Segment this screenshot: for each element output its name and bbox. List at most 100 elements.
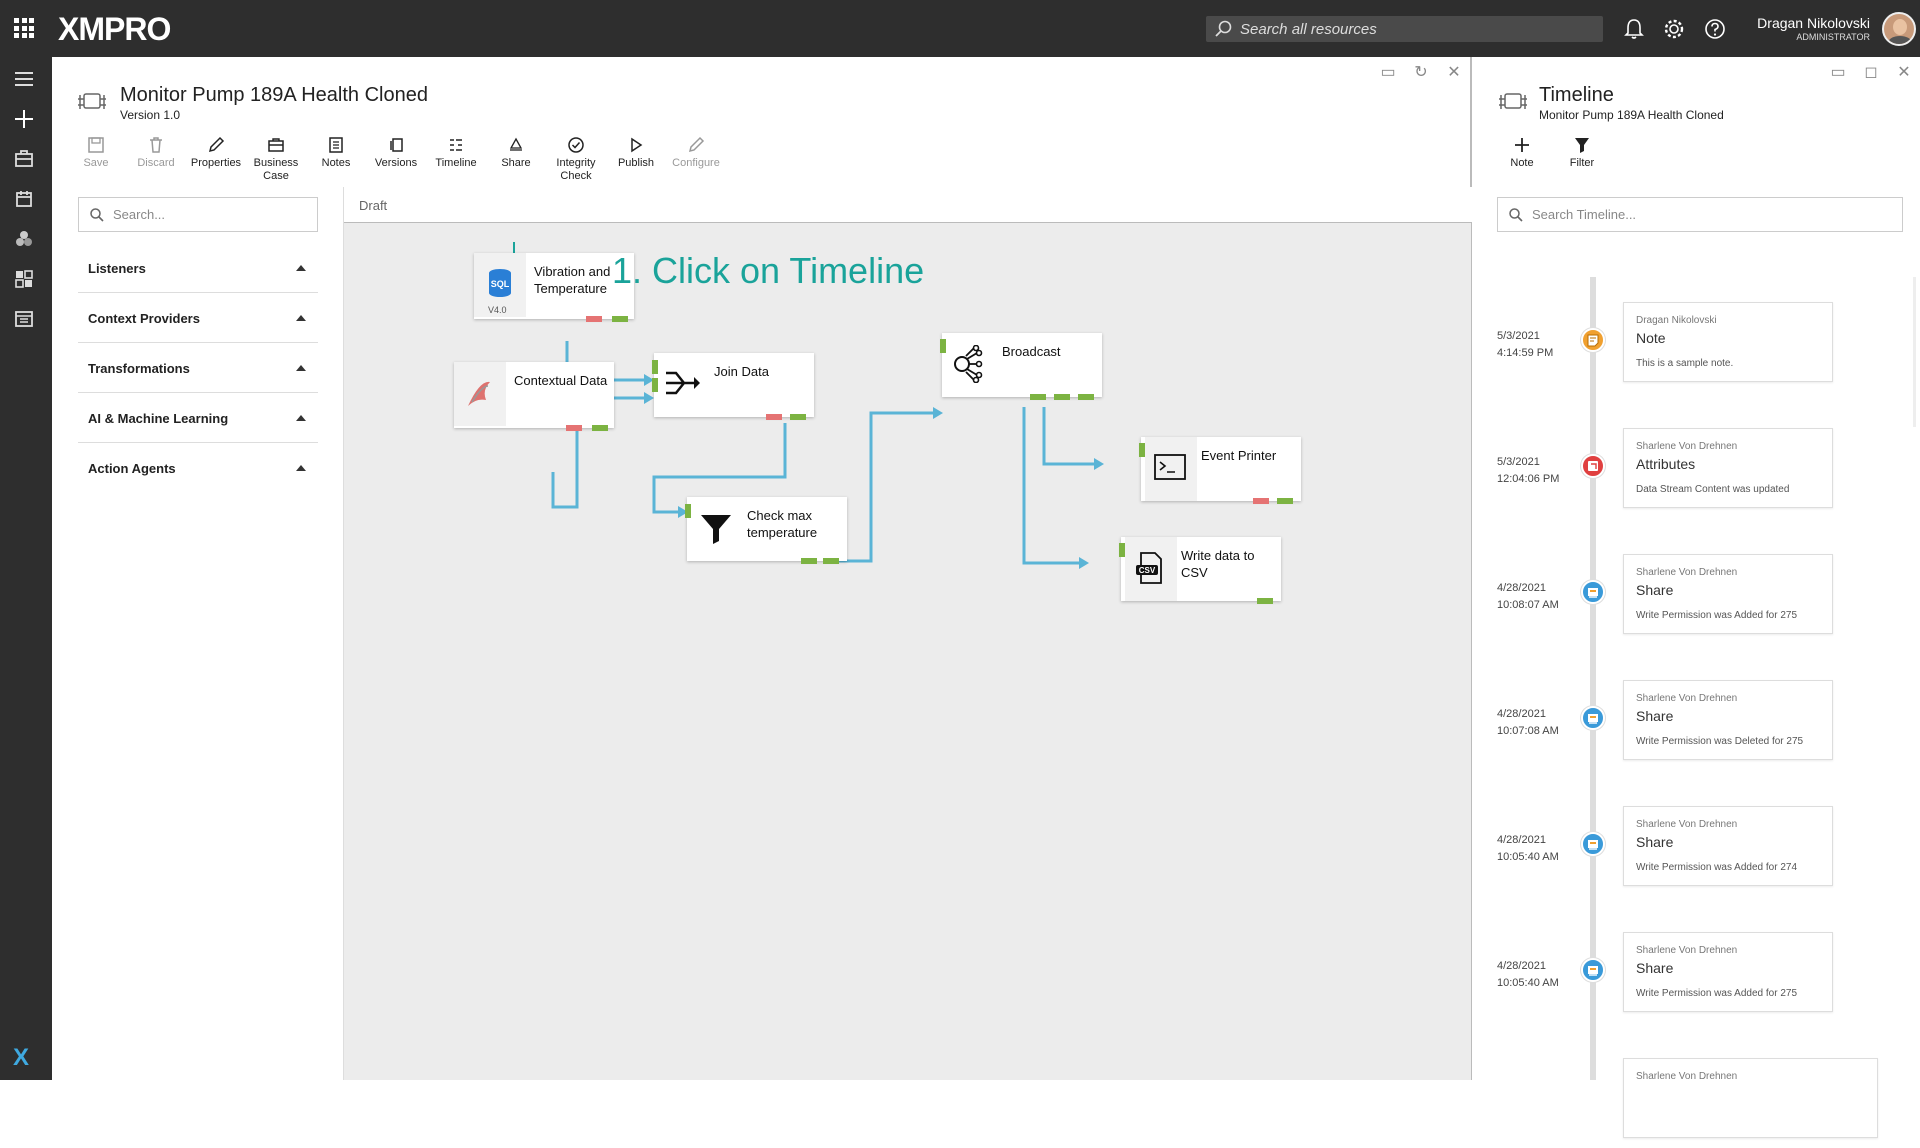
caret-up-icon (296, 465, 306, 471)
save-button[interactable]: Save (66, 136, 126, 170)
versions-button[interactable]: Versions (366, 136, 426, 170)
node-contextual-data[interactable]: Contextual Data (454, 362, 614, 431)
timeline-entry-action: Share (1636, 582, 1674, 598)
output-port[interactable] (790, 414, 806, 420)
app-grid-icon[interactable] (14, 18, 34, 38)
timeline-entry[interactable]: 4/28/2021 10:05:40 AM Sharlene Von Drehnen… (1473, 806, 1920, 896)
timeline-search-input[interactable]: Search Timeline... (1497, 197, 1903, 232)
timeline-entry[interactable]: 5/3/2021 12:04:06 PM Sharlene Von Drehnen A… (1473, 428, 1920, 518)
node-vibration-temperature[interactable]: SQL V4.0 Vibration and Temperature (474, 253, 634, 322)
node-write-csv[interactable]: CSV Write data to CSV (1119, 537, 1281, 604)
plus-icon (1515, 138, 1529, 152)
app-logo[interactable]: XMPRO (58, 11, 171, 48)
node-check-max-temperature[interactable]: Check max temperature (685, 497, 847, 564)
error-port[interactable] (1253, 498, 1269, 504)
share-icon (1588, 966, 1598, 976)
category-transformations[interactable]: Transformations (78, 343, 318, 393)
node-label: temperature (747, 525, 818, 540)
output-port[interactable] (1030, 394, 1046, 400)
global-search-input[interactable]: Search all resources (1206, 16, 1603, 42)
plus-icon[interactable] (12, 107, 36, 131)
brand-x-icon[interactable]: X (13, 1044, 29, 1072)
agent-search-placeholder: Search... (113, 207, 166, 222)
maximize-icon[interactable]: ◻ (1863, 65, 1879, 81)
notes-label: Notes (321, 157, 351, 169)
category-action-agents[interactable]: Action Agents (78, 443, 318, 493)
user-name: Dragan Nikolovski (1757, 15, 1870, 31)
bell-icon[interactable] (1621, 16, 1647, 42)
output-port[interactable] (801, 558, 817, 564)
avatar[interactable] (1882, 12, 1916, 46)
connector-layer (513, 242, 1104, 569)
timeline-entry-description: Write Permission was Added for 274 (1636, 862, 1798, 873)
publish-button[interactable]: Publish (606, 136, 666, 170)
error-port[interactable] (586, 316, 602, 322)
close-icon[interactable]: ✕ (1446, 65, 1462, 81)
gear-icon[interactable] (1661, 16, 1687, 42)
timeline-entry[interactable]: 4/28/2021 10:08:07 AM Sharlene Von Drehnen… (1473, 554, 1920, 644)
refresh-icon[interactable]: ↻ (1413, 65, 1429, 81)
node-join-data[interactable]: Join Data (652, 353, 814, 420)
output-port[interactable] (1277, 498, 1293, 504)
app-window-icon[interactable] (12, 307, 36, 331)
timeline-entry-partial[interactable]: Sharlene Von Drehnen (1473, 1058, 1920, 1148)
global-search-placeholder: Search all resources (1240, 21, 1377, 38)
output-port[interactable] (1054, 394, 1070, 400)
category-listeners[interactable]: Listeners (78, 243, 318, 293)
user-menu[interactable]: Dragan Nikolovski ADMINISTRATOR (1757, 15, 1870, 42)
timeline-card[interactable]: Sharlene Von Drehnen Share Write Permissio… (1623, 806, 1833, 886)
timeline-entry-timestamp: 5/3/2021 12:04:06 PM (1497, 454, 1559, 488)
attributes-icon (1588, 461, 1598, 471)
notes-button[interactable]: Notes (306, 136, 366, 170)
stream-canvas[interactable]: Draft SQL V4.0 Vibration and Temperature… (343, 187, 1472, 1080)
output-port[interactable] (612, 316, 628, 322)
category-context-providers[interactable]: Context Providers (78, 293, 318, 343)
timeline-entry[interactable]: 4/28/2021 10:07:08 AM Sharlene Von Drehnen… (1473, 680, 1920, 770)
category-label: Action Agents (88, 461, 176, 476)
agent-search-input[interactable]: Search... (78, 197, 318, 232)
timeline-entry-description: Data Stream Content was updated (1636, 484, 1790, 495)
output-port[interactable] (1257, 598, 1273, 604)
timeline-entry-action: Share (1636, 834, 1674, 850)
share-button[interactable]: Share (486, 136, 546, 170)
category-ai-machine-learning[interactable]: AI & Machine Learning (78, 393, 318, 443)
properties-button[interactable]: Properties (186, 136, 246, 170)
timeline-card[interactable]: Sharlene Von Drehnen (1623, 1058, 1878, 1138)
dashboard-icon[interactable] (12, 267, 36, 291)
briefcase-icon[interactable] (12, 147, 36, 171)
timeline-card[interactable]: Sharlene Von Drehnen Attributes Data Strea… (1623, 428, 1833, 508)
configure-button[interactable]: Configure (666, 136, 726, 170)
timeline-entry[interactable]: 5/3/2021 4:14:59 PM Dragan Nikolovski Note T… (1473, 302, 1920, 392)
timeline-card[interactable]: Dragan Nikolovski Note This is a sample no… (1623, 302, 1833, 382)
hamburger-menu-icon[interactable] (12, 67, 36, 91)
discard-button[interactable]: Discard (126, 136, 186, 170)
tutorial-annotation: 1. Click on Timeline (612, 250, 925, 291)
timeline-entry-marker (1581, 580, 1605, 604)
minimize-icon[interactable]: ▭ (1380, 65, 1396, 81)
error-port[interactable] (566, 425, 582, 431)
node-event-printer[interactable]: Event Printer (1139, 437, 1301, 504)
add-note-button[interactable]: Note (1502, 136, 1542, 169)
help-icon[interactable] (1702, 16, 1728, 42)
timeline-entry-marker (1581, 832, 1605, 856)
calendar-icon[interactable] (12, 187, 36, 211)
node-broadcast[interactable]: Broadcast (940, 333, 1102, 400)
timeline-card[interactable]: Sharlene Von Drehnen Share Write Permissio… (1623, 680, 1833, 760)
timeline-entry-timestamp: 4/28/2021 10:08:07 AM (1497, 580, 1559, 614)
recycle-icon[interactable] (12, 227, 36, 251)
timeline-entry-marker (1581, 328, 1605, 352)
timeline-card[interactable]: Sharlene Von Drehnen Share Write Permissio… (1623, 554, 1833, 634)
timeline-card[interactable]: Sharlene Von Drehnen Share Write Permissio… (1623, 932, 1833, 1012)
filter-button[interactable]: Filter (1562, 136, 1602, 169)
integrity-check-button[interactable]: Integrity Check (546, 136, 606, 183)
error-port[interactable] (766, 414, 782, 420)
minimize-icon[interactable]: ▭ (1830, 65, 1846, 81)
output-port[interactable] (823, 558, 839, 564)
timeline-button[interactable]: Timeline (426, 136, 486, 170)
timeline-entry[interactable]: 4/28/2021 10:05:40 AM Sharlene Von Drehnen… (1473, 932, 1920, 1022)
business-case-button[interactable]: Business Case (246, 136, 306, 183)
close-icon[interactable]: ✕ (1896, 65, 1912, 81)
business-case-label: Business Case (253, 157, 299, 182)
output-port[interactable] (592, 425, 608, 431)
output-port[interactable] (1078, 394, 1094, 400)
